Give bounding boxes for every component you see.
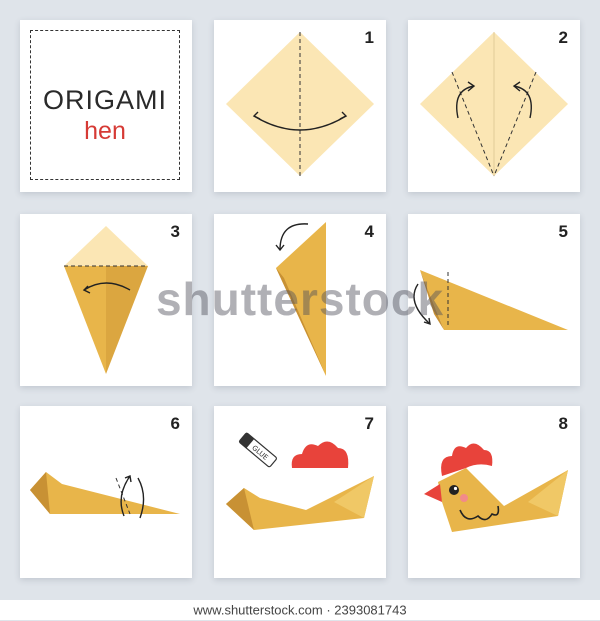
title-dashed-frame: ORIGAMI hen xyxy=(30,30,180,180)
step-4-panel: 4 xyxy=(214,214,386,386)
title-origami: ORIGAMI xyxy=(42,85,167,115)
step-6-diagram xyxy=(30,472,180,519)
step-1-panel: 1 xyxy=(214,20,386,192)
step-3-panel: 3 xyxy=(20,214,192,386)
step-3-diagram xyxy=(64,226,148,374)
title-hen: hen xyxy=(84,117,126,145)
glue-stick-icon: GLUE xyxy=(238,432,277,468)
step-6-panel: 6 xyxy=(20,406,192,578)
step-7-diagram: GLUE xyxy=(226,432,374,530)
footer-site: www.shutterstock.com xyxy=(193,602,323,618)
chicken-eye-icon xyxy=(449,485,459,495)
step-4-diagram xyxy=(275,222,326,376)
step-2-panel: 2 xyxy=(408,20,580,192)
comb-icon xyxy=(291,441,349,468)
step-5-panel: 5 xyxy=(408,214,580,386)
step-7-panel: 7 GLUE xyxy=(214,406,386,578)
footer-image-id: 2393081743 xyxy=(334,602,407,618)
step-1-diagram xyxy=(226,32,374,176)
step-8-panel: 8 xyxy=(408,406,580,578)
footer-separator: · xyxy=(322,602,335,618)
step-8-diagram xyxy=(424,443,568,532)
step-5-diagram xyxy=(413,270,568,330)
step-2-diagram xyxy=(420,32,568,177)
footer-credit: www.shutterstock.com · 2393081743 xyxy=(0,600,600,620)
title-panel: ORIGAMI hen xyxy=(20,20,192,192)
